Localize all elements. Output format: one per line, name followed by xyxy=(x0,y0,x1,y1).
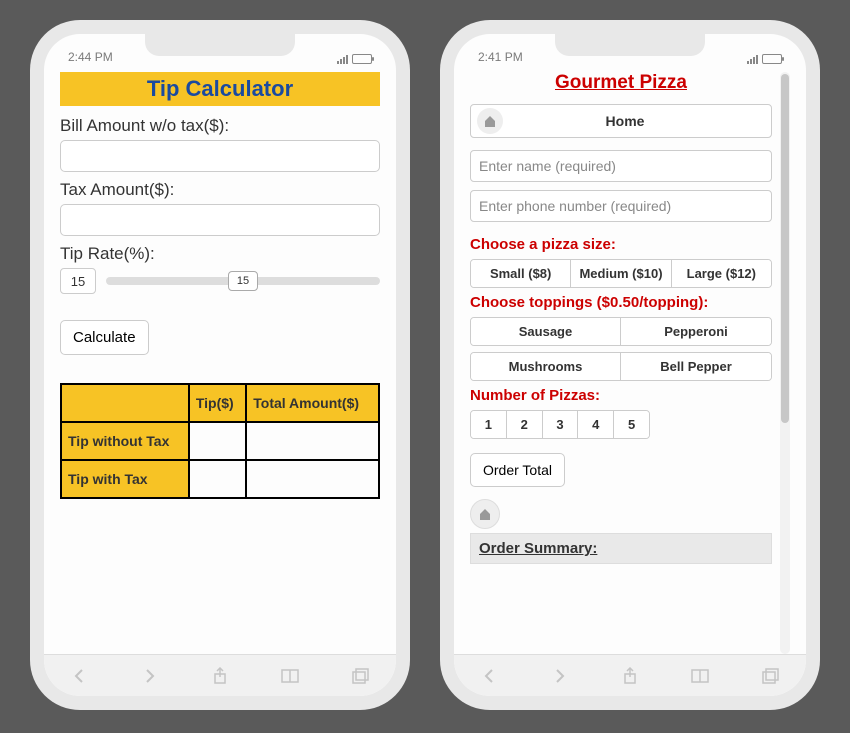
cell-total-no-tax xyxy=(246,422,379,460)
cell-tip-no-tax xyxy=(189,422,246,460)
toppings-label: Choose toppings ($0.50/topping): xyxy=(470,294,772,311)
qty-2[interactable]: 2 xyxy=(507,411,543,438)
tabs-icon[interactable] xyxy=(351,666,371,686)
size-small[interactable]: Small ($8) xyxy=(471,260,571,287)
qty-1[interactable]: 1 xyxy=(471,411,507,438)
app-title: Gourmet Pizza xyxy=(470,72,772,94)
topping-mushrooms[interactable]: Mushrooms xyxy=(471,353,621,380)
share-icon[interactable] xyxy=(210,666,230,686)
toppings-row-1: Sausage Pepperoni xyxy=(470,317,772,346)
book-icon[interactable] xyxy=(690,666,710,686)
tip-rate-slider[interactable]: 15 xyxy=(106,271,380,291)
home-button[interactable]: Home xyxy=(470,104,772,138)
tip-rate-label: Tip Rate(%): xyxy=(60,244,380,264)
order-summary-header: Order Summary: xyxy=(470,533,772,564)
tax-amount-label: Tax Amount($): xyxy=(60,180,380,200)
tax-amount-input[interactable] xyxy=(60,204,380,236)
phone-left: 2:44 PM Tip Calculator Bill Amount w/o t… xyxy=(30,20,410,710)
qty-label: Number of Pizzas: xyxy=(470,387,772,404)
app-title: Tip Calculator xyxy=(60,72,380,106)
topping-bell-pepper[interactable]: Bell Pepper xyxy=(621,353,771,380)
tabs-icon[interactable] xyxy=(761,666,781,686)
topping-sausage[interactable]: Sausage xyxy=(471,318,621,345)
phone-notch xyxy=(555,34,705,56)
back-icon[interactable] xyxy=(69,666,89,686)
table-corner xyxy=(61,384,189,422)
topping-pepperoni[interactable]: Pepperoni xyxy=(621,318,771,345)
battery-icon xyxy=(352,54,372,64)
order-total-button[interactable]: Order Total xyxy=(470,453,565,487)
size-medium[interactable]: Medium ($10) xyxy=(571,260,671,287)
signal-icon xyxy=(747,55,758,64)
row-tip-without-tax: Tip without Tax xyxy=(61,422,189,460)
tip-rate-value[interactable]: 15 xyxy=(60,268,96,294)
signal-icon xyxy=(337,55,348,64)
phone-notch xyxy=(145,34,295,56)
row-tip-with-tax: Tip with Tax xyxy=(61,460,189,498)
qty-segment: 1 2 3 4 5 xyxy=(470,410,650,439)
browser-toolbar xyxy=(44,654,396,696)
cell-tip-with-tax xyxy=(189,460,246,498)
forward-icon[interactable] xyxy=(550,666,570,686)
size-label: Choose a pizza size: xyxy=(470,236,772,253)
size-segment: Small ($8) Medium ($10) Large ($12) xyxy=(470,259,772,288)
book-icon[interactable] xyxy=(280,666,300,686)
home-icon-bottom[interactable] xyxy=(470,499,500,529)
gourmet-pizza-app: Gourmet Pizza Home Choose a pizza size: xyxy=(470,72,790,654)
scrollbar[interactable] xyxy=(780,72,790,654)
cell-total-with-tax xyxy=(246,460,379,498)
size-large[interactable]: Large ($12) xyxy=(672,260,771,287)
results-table: Tip($) Total Amount($) Tip without Tax T… xyxy=(60,383,380,499)
phone-input[interactable] xyxy=(470,190,772,222)
calculate-button[interactable]: Calculate xyxy=(60,320,149,355)
toppings-row-2: Mushrooms Bell Pepper xyxy=(470,352,772,381)
phone-right: 2:41 PM Gourmet Pizza xyxy=(440,20,820,710)
tip-calculator-app: Tip Calculator Bill Amount w/o tax($): T… xyxy=(60,72,380,654)
slider-thumb[interactable]: 15 xyxy=(228,271,258,291)
qty-4[interactable]: 4 xyxy=(578,411,614,438)
qty-5[interactable]: 5 xyxy=(614,411,649,438)
bill-amount-input[interactable] xyxy=(60,140,380,172)
home-icon xyxy=(477,108,503,134)
back-icon[interactable] xyxy=(479,666,499,686)
col-total: Total Amount($) xyxy=(246,384,379,422)
status-time: 2:41 PM xyxy=(478,50,523,64)
share-icon[interactable] xyxy=(620,666,640,686)
col-tip: Tip($) xyxy=(189,384,246,422)
scrollbar-thumb[interactable] xyxy=(781,74,789,423)
battery-icon xyxy=(762,54,782,64)
bill-amount-label: Bill Amount w/o tax($): xyxy=(60,116,380,136)
qty-3[interactable]: 3 xyxy=(543,411,579,438)
home-label: Home xyxy=(509,113,771,129)
forward-icon[interactable] xyxy=(140,666,160,686)
name-input[interactable] xyxy=(470,150,772,182)
browser-toolbar xyxy=(454,654,806,696)
status-time: 2:44 PM xyxy=(68,50,113,64)
